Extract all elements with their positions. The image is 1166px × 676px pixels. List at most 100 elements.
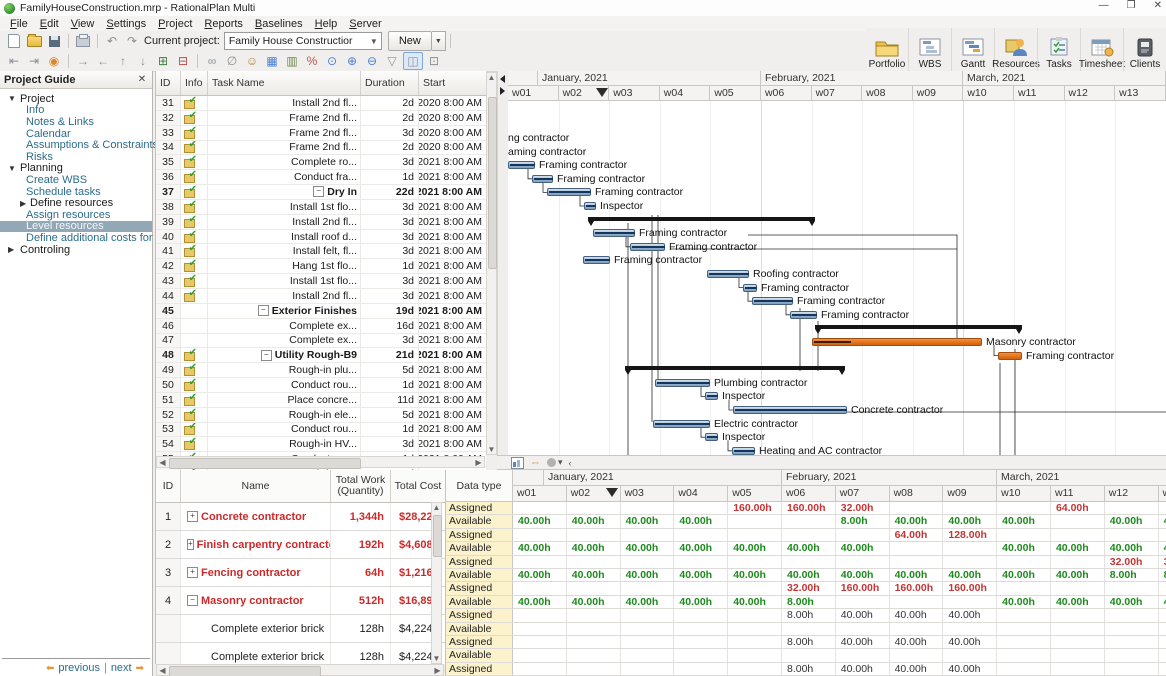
gantt-bar-task[interactable] xyxy=(733,406,847,414)
new-project-dropdown-icon[interactable]: ▼ xyxy=(432,31,446,51)
assign-resources-icon[interactable]: ☺ xyxy=(243,53,261,69)
resource-table-hscrollbar[interactable]: ◀ ▶ xyxy=(156,664,444,676)
new-file-icon[interactable] xyxy=(5,33,23,49)
gantt-bar-task[interactable] xyxy=(705,433,718,441)
column-header-id[interactable]: ID xyxy=(156,470,181,502)
save-icon[interactable] xyxy=(45,33,63,49)
task-grid-icon[interactable]: ▦ xyxy=(263,53,281,69)
task-row[interactable]: 38Install 1st flo...3dJan 7, 2021 8:00 A… xyxy=(156,200,487,215)
task-row[interactable]: 33Frame 2nd fl...3dDec 25, 2020 8:00 AM xyxy=(156,126,487,141)
move-down-icon[interactable]: ↓ xyxy=(134,53,152,69)
resource-histogram-icon[interactable] xyxy=(511,457,524,469)
column-header-duration[interactable]: Duration xyxy=(361,71,419,95)
column-header-total-work-quantity-[interactable]: Total Work (Quantity) xyxy=(331,470,391,502)
expand-all-icon[interactable]: ⊞ xyxy=(154,53,172,69)
task-row[interactable]: 43Install 1st flo...3dJan 28, 2021 8:00 … xyxy=(156,274,487,289)
gantt-bar-critical[interactable] xyxy=(998,352,1022,360)
resource-row[interactable]: 4−Masonry contractor512h$16,896 xyxy=(156,587,446,615)
task-row[interactable]: 41Install felt, fl...3dJan 22, 2021 8:00… xyxy=(156,244,487,259)
view-button-wbs[interactable]: WBS xyxy=(908,28,951,72)
close-button[interactable]: ✕ xyxy=(1154,0,1162,11)
collapse-box-icon[interactable]: − xyxy=(258,305,269,316)
guide-section-planning[interactable]: ▼Planning xyxy=(0,163,152,175)
close-guide-icon[interactable]: ✕ xyxy=(136,74,148,85)
guide-item-assign-resources[interactable]: Assign resources xyxy=(0,209,152,221)
task-row[interactable]: 40Install roof d...3dJan 6, 2021 8:00 AM xyxy=(156,230,487,245)
current-project-select[interactable]: Family House Constructior ▼ xyxy=(224,32,382,50)
gantt-bar-summary[interactable] xyxy=(815,325,1022,329)
menu-item-view[interactable]: View xyxy=(65,18,101,30)
task-costs-icon[interactable]: ◉ xyxy=(45,53,63,69)
gantt-bar-task[interactable] xyxy=(532,175,553,183)
column-header-name[interactable]: Name xyxy=(181,470,331,502)
column-header-id[interactable]: ID xyxy=(156,71,181,95)
task-row[interactable]: 52Rough-in ele...5dJan 15, 2021 8:00 AM xyxy=(156,408,487,423)
redo-icon[interactable]: ↷ xyxy=(123,33,141,49)
scroll-thumb[interactable] xyxy=(488,97,497,269)
scroll-thumb[interactable] xyxy=(433,515,442,557)
expand-right-icon[interactable] xyxy=(500,87,505,95)
guide-item-notes-links[interactable]: Notes & Links xyxy=(0,116,152,128)
collapse-triangle-icon[interactable]: ▼ xyxy=(8,164,20,173)
allocation-row[interactable]: Assigned32.00h160.00h160.00h160.00h xyxy=(446,582,1166,595)
allocation-row[interactable]: Available40.00h40.00h40.00h40.00h40.00h4… xyxy=(446,542,1166,555)
move-up-icon[interactable]: ↑ xyxy=(114,53,132,69)
expand-box-icon[interactable]: + xyxy=(187,539,194,550)
gantt-bar-summary[interactable] xyxy=(625,366,845,370)
scroll-down-icon[interactable]: ▼ xyxy=(432,654,441,663)
find-icon[interactable]: ⊙ xyxy=(323,53,341,69)
gantt-bar-task[interactable] xyxy=(630,243,665,251)
print-icon[interactable] xyxy=(74,33,92,49)
allocation-row[interactable]: Available40.00h40.00h40.00h40.00h8.00h40… xyxy=(446,515,1166,528)
restore-button[interactable]: ❐ xyxy=(1127,0,1136,11)
gantt-bar-task[interactable] xyxy=(508,161,535,169)
unlink-tasks-icon[interactable]: ∅ xyxy=(223,53,241,69)
outdent-task-icon[interactable]: ⇤ xyxy=(5,53,23,69)
move-left-icon[interactable]: ← xyxy=(94,53,112,69)
task-row[interactable]: 54Rough-in HV...3dJan 25, 2021 8:00 AM xyxy=(156,437,487,452)
allocation-row[interactable]: Assigned32.00h32.00h xyxy=(446,556,1166,569)
gantt-bar-task[interactable] xyxy=(707,270,749,278)
gantt-bar-critical[interactable] xyxy=(812,338,982,346)
gantt-bar-task[interactable] xyxy=(732,447,755,455)
filter-icon[interactable]: ▽ xyxy=(383,53,401,69)
gantt-bar-task[interactable] xyxy=(583,256,610,264)
menu-item-server[interactable]: Server xyxy=(343,18,387,30)
side-panel-icon[interactable]: ⊡ xyxy=(425,53,443,69)
menu-item-edit[interactable]: Edit xyxy=(34,18,65,30)
task-row[interactable]: 53Conduct rou...1dJan 22, 2021 8:00 AM xyxy=(156,423,487,438)
allocation-row[interactable]: Assigned160.00h160.00h32.00h64.00h xyxy=(446,502,1166,515)
allocation-row[interactable]: Assigned64.00h128.00h xyxy=(446,529,1166,542)
allocation-row[interactable]: Available xyxy=(446,649,1166,662)
guide-item-calendar[interactable]: Calendar xyxy=(0,128,152,140)
scroll-thumb[interactable] xyxy=(169,458,361,469)
task-table-hscrollbar[interactable]: ◀ ▶ xyxy=(156,456,485,468)
gantt-bar-task[interactable] xyxy=(547,188,591,196)
resource-row[interactable]: 1+Concrete contractor1,344h$28,224 xyxy=(156,503,446,531)
menu-item-settings[interactable]: Settings xyxy=(100,18,152,30)
new-project-button[interactable]: New xyxy=(388,31,432,51)
task-row[interactable]: 51Place concre...11dJan 25, 2021 8:00 AM xyxy=(156,393,487,408)
collapse-box-icon[interactable]: − xyxy=(313,186,324,197)
chart-options-icon[interactable]: ▥ xyxy=(283,53,301,69)
indent-task-icon[interactable]: ⇥ xyxy=(25,53,43,69)
next-link[interactable]: next xyxy=(111,662,132,674)
guide-section-project[interactable]: ▼Project xyxy=(0,93,152,105)
previous-link[interactable]: previous xyxy=(58,662,100,674)
menu-item-project[interactable]: Project xyxy=(152,18,198,30)
guide-item-define-additional-costs-for-tasks[interactable]: Define additional costs for tasks xyxy=(0,232,152,244)
guide-item-define-resources[interactable]: ▶Define resources xyxy=(0,197,152,209)
task-row[interactable]: 42Hang 1st flo...1dJan 27, 2021 8:00 AM xyxy=(156,259,487,274)
expand-box-icon[interactable]: + xyxy=(187,567,198,578)
zoom-in-icon[interactable]: ⊕ xyxy=(343,53,361,69)
gantt-bar-task[interactable] xyxy=(655,379,710,387)
resource-row[interactable]: 2+Finish carpentry contractor192h$4,608 xyxy=(156,531,446,559)
task-table-vscrollbar[interactable]: ▲ ▼ xyxy=(486,72,497,455)
task-row[interactable]: 48−Utility Rough-B921dJan 11, 2021 8:00 … xyxy=(156,348,487,363)
scroll-down-icon[interactable]: ▼ xyxy=(487,445,496,454)
open-file-icon[interactable] xyxy=(25,33,43,49)
move-right-icon[interactable]: → xyxy=(74,53,92,69)
gantt-bar-task[interactable] xyxy=(752,297,793,305)
guide-item-create-wbs[interactable]: Create WBS xyxy=(0,174,152,186)
scroll-up-icon[interactable]: ▲ xyxy=(487,73,496,82)
